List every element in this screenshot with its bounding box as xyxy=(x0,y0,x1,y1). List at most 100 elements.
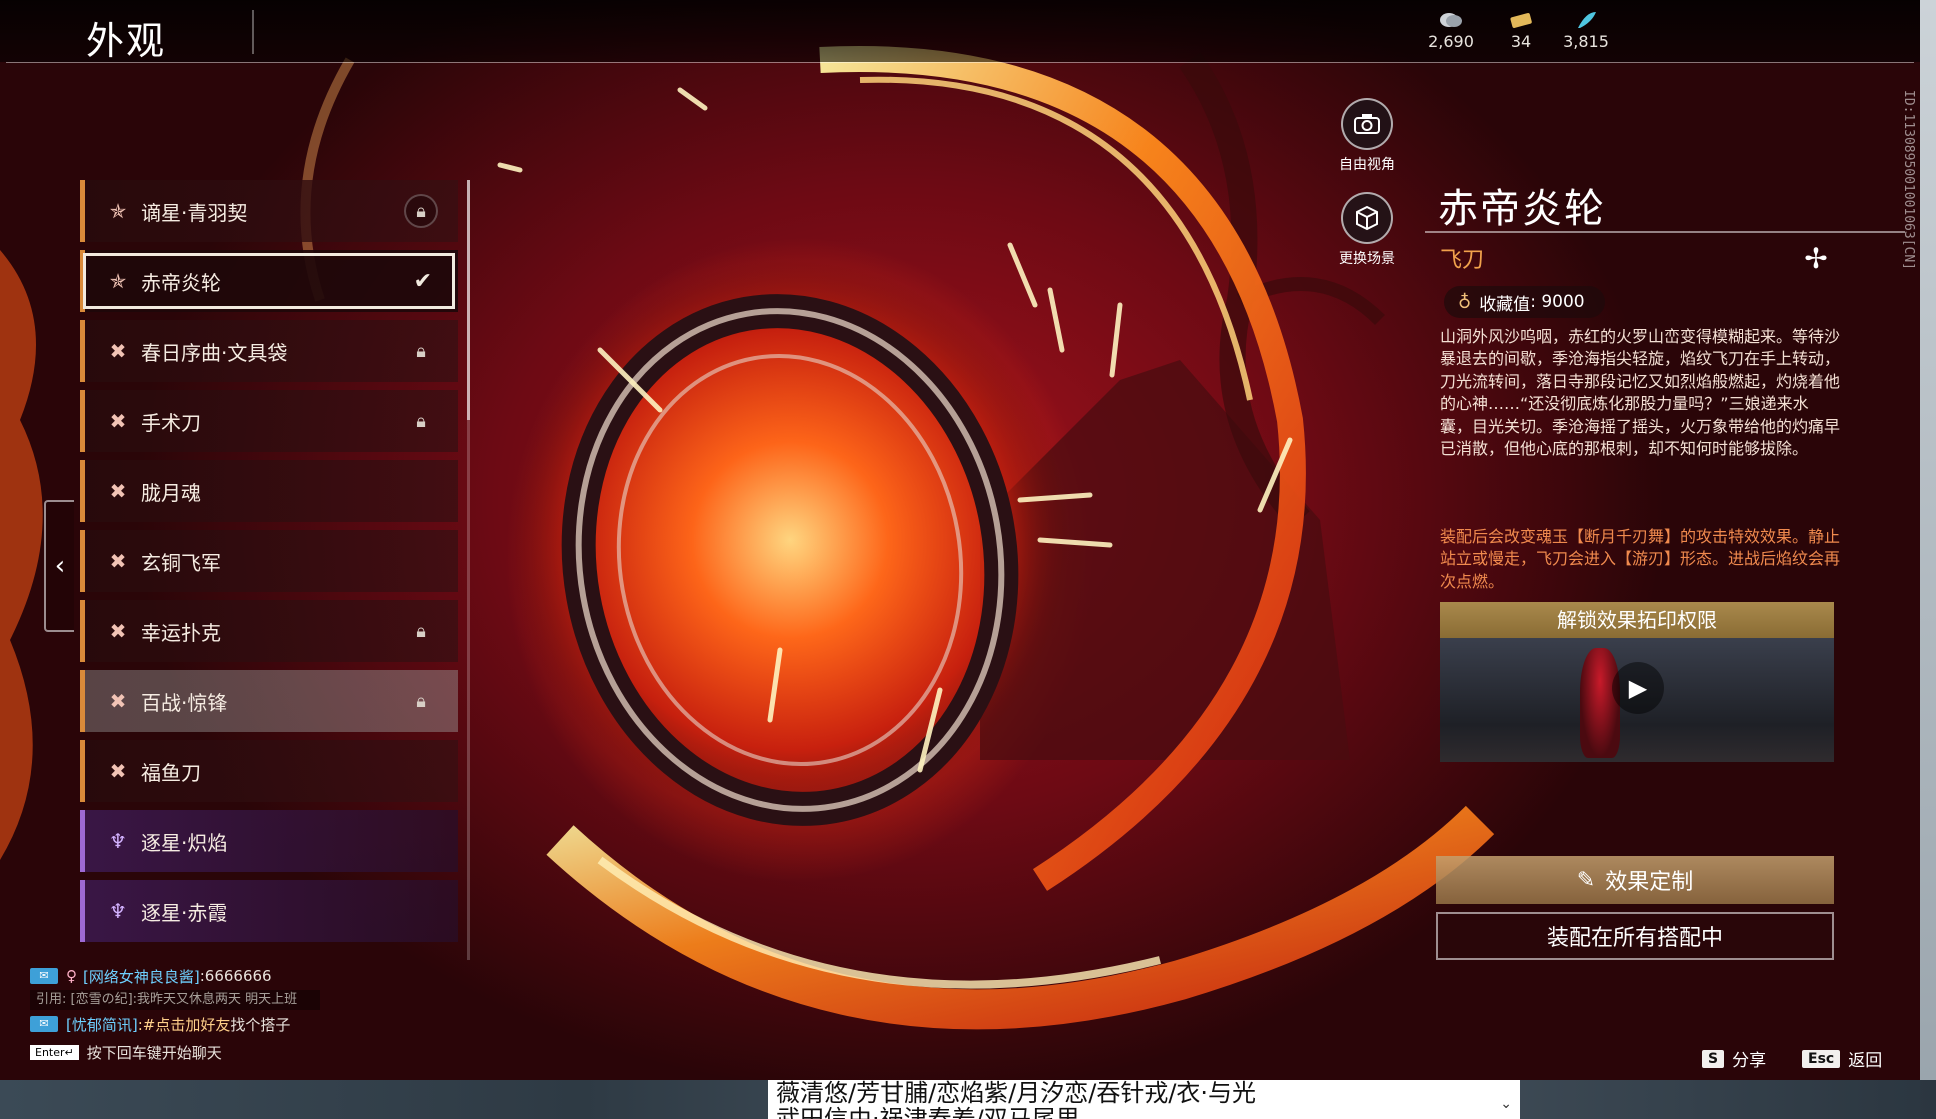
free-view-button[interactable]: 自由视角 xyxy=(1322,98,1412,174)
trident-icon: ♆ xyxy=(109,829,127,853)
chat-hint: 按下回车键开始聊天 xyxy=(86,1043,222,1062)
crossed-blades-icon: ✖ xyxy=(109,759,127,783)
customize-effect-button[interactable]: ✎ 效果定制 xyxy=(1436,856,1834,904)
crossed-blades-icon: ✖ xyxy=(109,479,127,503)
chat-panel[interactable]: ✉ ♀ [网络女神良良酱] :6666666 引用: [恋雪の纪]:我昨天又休息… xyxy=(30,964,470,1064)
item-title: 赤帝炎轮 xyxy=(1438,186,1606,232)
list-item[interactable]: ✖ 玄铜飞军 xyxy=(80,530,458,592)
item-category: 飞刀 xyxy=(1440,248,1485,273)
customize-effect-label: 效果定制 xyxy=(1605,870,1694,895)
share-hint[interactable]: S 分享 xyxy=(1702,1046,1766,1071)
session-id: ID:1130895001001063[CN] xyxy=(1901,90,1916,271)
currency-feathers[interactable]: 3,815 xyxy=(1551,10,1621,51)
lock-icon: 🔒︎ xyxy=(416,620,426,642)
cube-icon xyxy=(1341,192,1393,244)
chevron-down-icon[interactable]: ⌄ xyxy=(1500,1091,1512,1117)
currency-coins[interactable]: 2,690 xyxy=(1416,10,1486,51)
list-item[interactable]: ✖ 胧月魂 xyxy=(80,460,458,522)
list-item-hovered[interactable]: ✖ 百战·惊锋 🔒︎ xyxy=(80,670,458,732)
ticket-icon xyxy=(1510,13,1532,28)
item-name: 逐星·赤霞 xyxy=(141,900,228,925)
desktop-strip: 薇清悠/芳甘脯/恋焰紫/月汐恋/吞针戎/衣·与光 武田信由·祸津春羞/双马尾里 … xyxy=(0,1080,1936,1119)
title-divider xyxy=(252,10,254,54)
equip-all-button[interactable]: 装配在所有搭配中 xyxy=(1436,912,1834,960)
list-item[interactable]: ✖ 幸运扑克 🔒︎ xyxy=(80,600,458,662)
item-name: 春日序曲·文具袋 xyxy=(141,340,288,365)
item-name: 逐星·炽焰 xyxy=(141,830,228,855)
chat-quote-row: 引用: [恋雪の纪]:我昨天又休息两天 明天上班 xyxy=(30,988,470,1012)
back-hint[interactable]: Esc 返回 xyxy=(1802,1046,1882,1071)
chat-input-hint[interactable]: Enter↵ 按下回车键开始聊天 xyxy=(30,1040,470,1064)
move-arrows-icon[interactable]: ✢ xyxy=(1796,242,1836,282)
lock-icon: 🔒︎ xyxy=(416,340,426,362)
camera-icon xyxy=(1341,98,1393,150)
chat-sender[interactable]: [网络女神良良酱] xyxy=(83,966,200,987)
crossed-blades-icon: ✖ xyxy=(109,409,127,433)
crossed-blades-icon: ✖ xyxy=(109,549,127,573)
currency-value: 34 xyxy=(1510,32,1532,51)
list-scrollbar[interactable] xyxy=(467,180,470,960)
window-edge xyxy=(1920,0,1936,1080)
coin-stack-icon xyxy=(1440,13,1462,27)
channel-icon: ✉ xyxy=(30,1016,58,1032)
item-effect: 装配后会改变魂玉【断月千刃舞】的攻击特效效果。静止站立或慢走，飞刀会进入【游刃】… xyxy=(1440,527,1841,591)
back-label: 返回 xyxy=(1848,1051,1883,1071)
item-name: 谪星·青羽契 xyxy=(141,200,248,225)
female-icon: ♀ xyxy=(66,967,77,985)
lock-icon: 🔒︎ xyxy=(404,194,438,228)
crossed-blades-icon: ✖ xyxy=(109,339,127,363)
chat-message: ✉ [忧郁简讯] :#点击加好友 找个搭子 xyxy=(30,1012,470,1036)
equip-all-label: 装配在所有搭配中 xyxy=(1546,926,1723,951)
preview-video[interactable]: ▶ xyxy=(1440,638,1834,762)
channel-icon: ✉ xyxy=(30,968,58,984)
free-view-label: 自由视角 xyxy=(1339,157,1395,173)
top-bar: 外观 2,690 34 3,815 xyxy=(0,0,1920,63)
star-icon: ✯ xyxy=(109,269,127,293)
list-item[interactable]: ♆ 逐星·赤霞 xyxy=(80,880,458,942)
esc-key: Esc xyxy=(1802,1049,1841,1068)
unlock-label: 解锁效果拓印权限 xyxy=(1440,602,1834,638)
item-description: 山洞外风沙呜咽，赤红的火罗山峦变得模糊起来。等待沙暴退去的间歇，季沧海指尖轻旋，… xyxy=(1440,327,1841,459)
item-name: 福鱼刀 xyxy=(141,760,201,785)
feather-icon xyxy=(1578,12,1596,28)
play-icon[interactable]: ▶ xyxy=(1612,662,1664,714)
change-scene-button[interactable]: 更换场景 xyxy=(1322,192,1412,268)
unlock-preview[interactable]: 解锁效果拓印权限 ▶ xyxy=(1440,602,1834,762)
collect-sep: : xyxy=(1530,292,1536,312)
list-item[interactable]: ♆ 逐星·炽焰 xyxy=(80,810,458,872)
page-title: 外观 xyxy=(86,19,167,63)
appearance-list[interactable]: ✯ 谪星·青羽契 🔒︎ ✯ 赤帝炎轮 ✔ ✖ 春日序曲·文具袋 🔒︎ ✖ 手术刀… xyxy=(80,180,460,960)
character-thumbnail xyxy=(1580,648,1620,758)
top-divider xyxy=(6,62,1914,63)
share-label: 分享 xyxy=(1732,1051,1767,1071)
currency-value: 2,690 xyxy=(1428,32,1474,51)
change-scene-label: 更换场景 xyxy=(1339,251,1395,267)
overlay-text-popup[interactable]: 薇清悠/芳甘脯/恋焰紫/月汐恋/吞针戎/衣·与光 武田信由·祸津春羞/双马尾里 … xyxy=(768,1080,1520,1119)
item-name: 手术刀 xyxy=(141,410,201,435)
list-item[interactable]: ✖ 春日序曲·文具袋 🔒︎ xyxy=(80,320,458,382)
brush-icon: ✎ xyxy=(1576,867,1596,893)
chat-quote: 引用: [恋雪の纪]:我昨天又休息两天 明天上班 xyxy=(30,990,320,1010)
enter-key: Enter↵ xyxy=(30,1044,79,1060)
item-name: 幸运扑克 xyxy=(141,620,221,645)
trident-icon: ♆ xyxy=(109,899,127,923)
chat-text: 找个搭子 xyxy=(230,1015,291,1034)
chat-sender[interactable]: [忧郁简讯] xyxy=(66,1014,138,1035)
list-item[interactable]: ✯ 谪星·青羽契 🔒︎ xyxy=(80,180,458,242)
list-item[interactable]: ✖ 福鱼刀 xyxy=(80,740,458,802)
overlay-text: 薇清悠/芳甘脯/恋焰紫/月汐恋/吞针戎/衣·与光 武田信由·祸津春羞/双马尾里 xyxy=(776,1080,1257,1119)
list-item-selected[interactable]: ✯ 赤帝炎轮 ✔ xyxy=(80,250,458,312)
collect-label: 收藏值 xyxy=(1479,294,1531,315)
scrollbar-thumb[interactable] xyxy=(467,180,470,420)
item-name: 胧月魂 xyxy=(141,480,201,505)
add-friend-link[interactable]: :#点击加好友 xyxy=(138,1014,231,1035)
crossed-blades-icon: ✖ xyxy=(109,619,127,643)
lock-icon: 🔒︎ xyxy=(416,410,426,432)
share-key: S xyxy=(1702,1049,1725,1068)
check-icon: ✔ xyxy=(413,268,432,294)
chat-message: ✉ ♀ [网络女神良良酱] :6666666 xyxy=(30,964,470,988)
collapse-tab[interactable]: ‹ xyxy=(44,500,74,632)
currency-tickets[interactable]: 34 xyxy=(1486,10,1556,51)
crossed-blades-icon: ✖ xyxy=(109,689,127,713)
list-item[interactable]: ✖ 手术刀 🔒︎ xyxy=(80,390,458,452)
